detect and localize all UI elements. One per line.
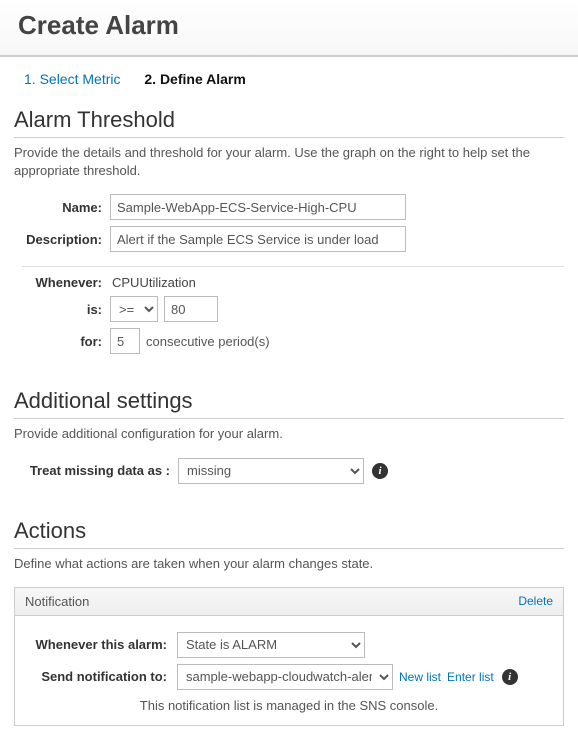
notification-panel: Notification Delete Whenever this alarm:… — [14, 587, 564, 726]
wizard-steps: 1. Select Metric 2. Define Alarm — [14, 61, 564, 93]
threshold-desc: Provide the details and threshold for yo… — [14, 144, 564, 180]
comparison-select[interactable]: >= — [110, 296, 158, 322]
send-to-select[interactable]: sample-webapp-cloudwatch-alerts — [177, 664, 393, 690]
name-label: Name: — [14, 200, 110, 215]
missing-data-select[interactable]: missing — [178, 458, 364, 484]
enter-list-link[interactable]: Enter list — [447, 670, 494, 684]
description-input[interactable] — [110, 226, 406, 252]
actions-desc: Define what actions are taken when your … — [14, 555, 564, 573]
divider — [22, 266, 564, 267]
step-select-metric[interactable]: 1. Select Metric — [24, 71, 120, 87]
for-suffix: consecutive period(s) — [146, 334, 270, 349]
additional-desc: Provide additional configuration for you… — [14, 425, 564, 443]
sns-note: This notification list is managed in the… — [27, 698, 551, 713]
actions-heading: Actions — [14, 518, 564, 549]
info-icon[interactable]: i — [372, 463, 388, 479]
page-title: Create Alarm — [0, 0, 578, 57]
whenever-metric: CPUUtilization — [110, 275, 196, 290]
for-label: for: — [14, 334, 110, 349]
for-periods-input[interactable] — [110, 328, 140, 354]
send-to-label: Send notification to: — [27, 669, 177, 684]
whenever-label: Whenever: — [14, 275, 110, 290]
step-define-alarm: 2. Define Alarm — [144, 71, 245, 87]
delete-notification-link[interactable]: Delete — [518, 594, 553, 608]
is-label: is: — [14, 302, 110, 317]
name-input[interactable] — [110, 194, 406, 220]
info-icon[interactable]: i — [502, 669, 518, 685]
threshold-value-input[interactable] — [164, 296, 218, 322]
new-list-link[interactable]: New list — [399, 670, 441, 684]
additional-heading: Additional settings — [14, 388, 564, 419]
alarm-state-label: Whenever this alarm: — [27, 637, 177, 652]
alarm-state-select[interactable]: State is ALARM — [177, 632, 365, 658]
description-label: Description: — [14, 232, 110, 247]
missing-data-label: Treat missing data as : — [14, 463, 178, 478]
threshold-heading: Alarm Threshold — [14, 107, 564, 138]
panel-title: Notification — [25, 594, 89, 609]
